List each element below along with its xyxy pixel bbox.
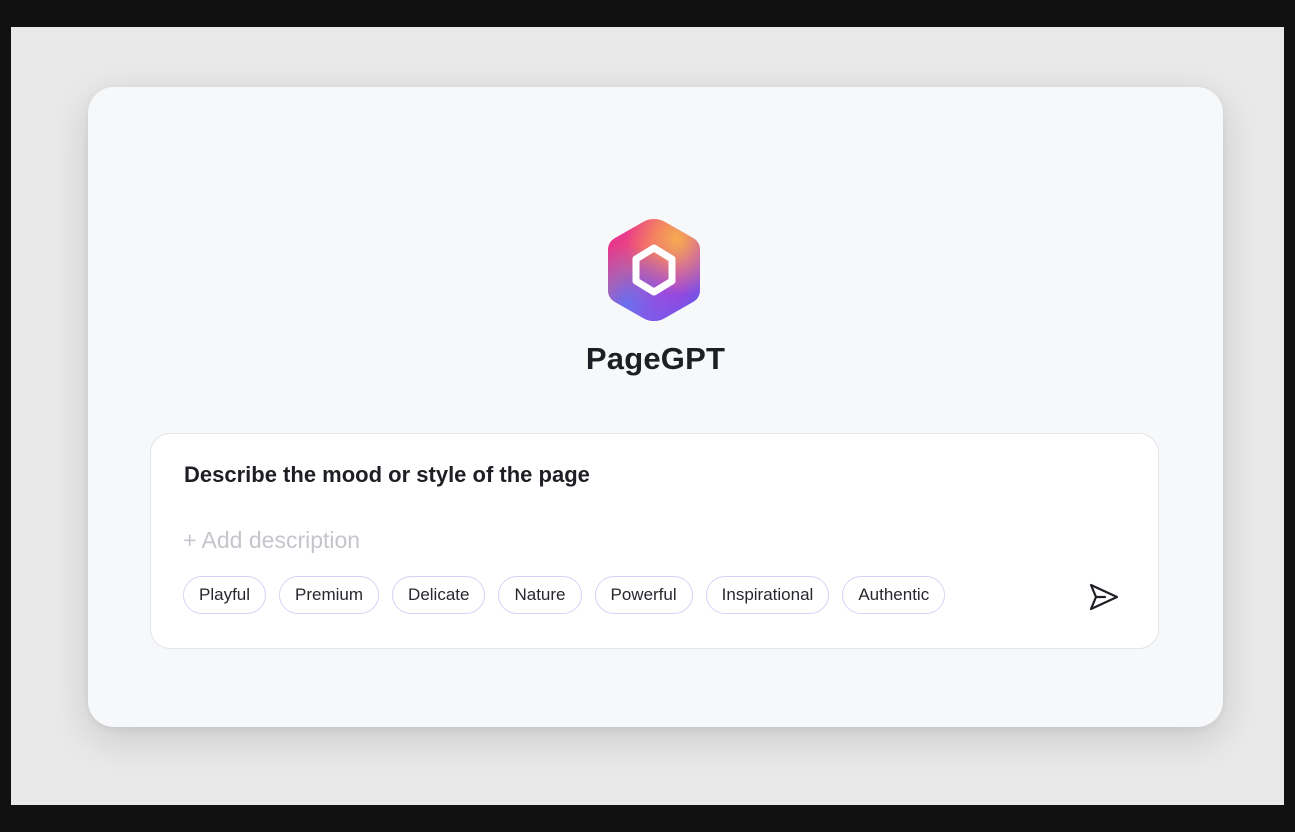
tag-delicate[interactable]: Delicate [392, 576, 486, 614]
prompt-panel: Describe the mood or style of the page P… [150, 433, 1159, 649]
send-icon [1089, 583, 1119, 611]
description-input[interactable] [183, 524, 883, 556]
app-title: PageGPT [585, 341, 726, 376]
background-stage: PageGPT Describe the mood or style of th… [11, 27, 1284, 805]
tag-inspirational[interactable]: Inspirational [705, 576, 830, 614]
tag-playful[interactable]: Playful [183, 576, 267, 614]
tag-powerful[interactable]: Powerful [594, 576, 693, 614]
app-logo-icon [604, 215, 704, 325]
send-button[interactable] [1085, 579, 1123, 615]
prompt-heading: Describe the mood or style of the page [184, 462, 590, 487]
mood-tags: Playful Premium Delicate Nature Powerful… [183, 576, 946, 614]
tag-premium[interactable]: Premium [279, 576, 380, 614]
tag-nature[interactable]: Nature [498, 576, 582, 614]
main-card: PageGPT Describe the mood or style of th… [88, 87, 1223, 727]
tag-authentic[interactable]: Authentic [842, 576, 946, 614]
